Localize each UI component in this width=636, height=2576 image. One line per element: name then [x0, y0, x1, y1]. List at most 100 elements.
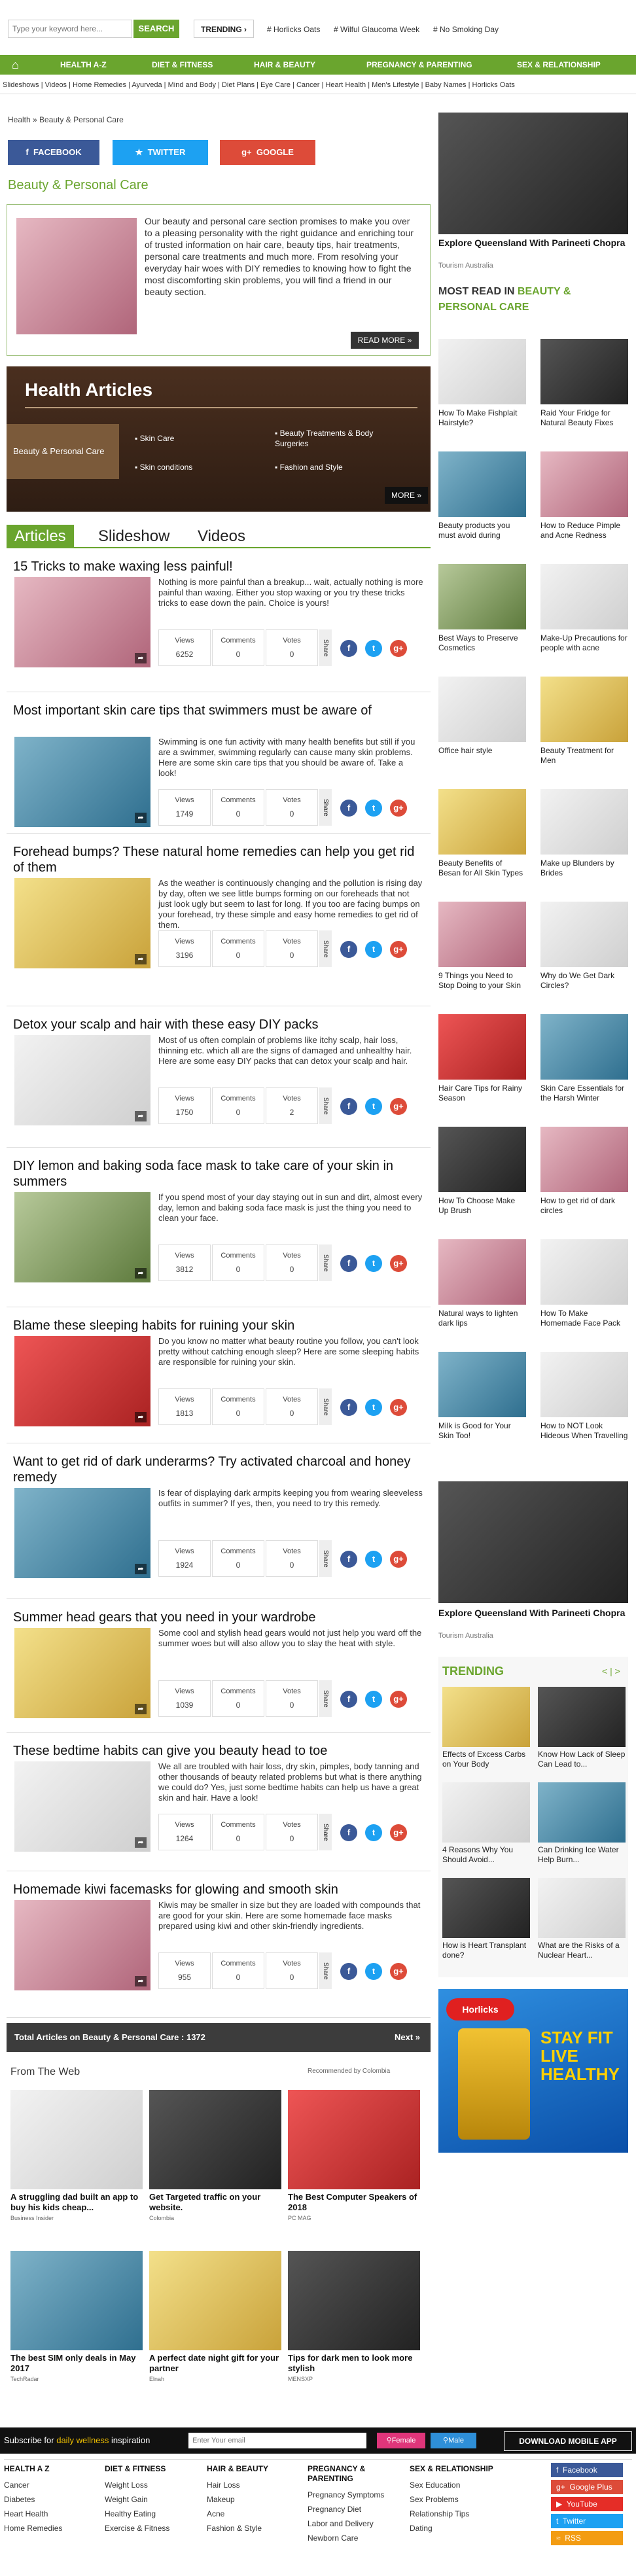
most-read-title[interactable]: Beauty Treatment for Men — [540, 746, 628, 766]
google-plus-icon[interactable]: g+ — [390, 1963, 407, 1980]
votes-stat[interactable]: Votes 0 — [266, 1244, 318, 1281]
most-read-item[interactable]: Natural ways to lighten dark lips — [438, 1239, 526, 1328]
comments-stat[interactable]: Comments 0 — [212, 1540, 264, 1577]
trending-title[interactable]: 4 Reasons Why You Should Avoid... — [442, 1845, 530, 1865]
most-read-image[interactable] — [540, 1014, 628, 1080]
google-plus-icon[interactable]: g+ — [390, 941, 407, 958]
footer-link[interactable]: Pregnancy Symptoms — [308, 2488, 406, 2502]
most-read-image[interactable] — [540, 1127, 628, 1192]
votes-stat[interactable]: Votes 0 — [266, 1952, 318, 1989]
promo-image[interactable] — [438, 1481, 628, 1603]
facebook-icon[interactable]: f — [340, 640, 357, 657]
most-read-item[interactable]: How to Reduce Pimple and Acne Redness — [540, 451, 628, 540]
article-image[interactable] — [14, 1900, 150, 1990]
male-button[interactable]: ⚲Male — [431, 2433, 476, 2448]
most-read-title[interactable]: Beauty products you must avoid during pr… — [438, 521, 526, 540]
article-card[interactable]: 15 Tricks to make waxing less painful! ➦… — [7, 554, 431, 692]
breadcrumb-link[interactable]: Health — [8, 115, 31, 124]
most-read-item[interactable]: Make-Up Precautions for people with acne — [540, 564, 628, 653]
sponsored-image[interactable] — [149, 2090, 281, 2189]
footer-link[interactable]: Relationship Tips — [410, 2507, 508, 2521]
female-label[interactable]: Female — [392, 2437, 416, 2444]
health-article-link[interactable]: ▪ Fashion and Style — [275, 462, 343, 472]
sponsored-card[interactable]: A perfect date night gift for your partn… — [149, 2251, 281, 2382]
most-read-item[interactable]: Best Ways to Preserve Cosmetics — [438, 564, 526, 653]
trending-image[interactable] — [442, 1878, 530, 1938]
footer-link[interactable]: Heart Health — [4, 2507, 102, 2521]
footer-link[interactable]: Sex Problems — [410, 2492, 508, 2507]
most-read-item[interactable]: Milk is Good for Your Skin Too! — [438, 1352, 526, 1441]
article-card[interactable]: Detox your scalp and hair with these eas… — [7, 1012, 431, 1148]
footer-social-link[interactable]: t Twitter — [551, 2514, 623, 2528]
comments-stat[interactable]: Comments 0 — [212, 1244, 264, 1281]
most-read-item[interactable]: How To Make Fishplait Hairstyle? — [438, 339, 526, 428]
most-read-title[interactable]: How To Make Fishplait Hairstyle? — [438, 408, 526, 428]
trending-item[interactable]: What are the Risks of a Nuclear Heart... — [538, 1878, 626, 1960]
trending-image[interactable] — [442, 1687, 530, 1747]
footer-link[interactable]: Hair Loss — [207, 2478, 305, 2492]
comments-stat[interactable]: Comments 0 — [212, 1087, 264, 1124]
sponsored-image[interactable] — [288, 2090, 420, 2189]
trending-image[interactable] — [538, 1687, 626, 1747]
trending-title[interactable]: What are the Risks of a Nuclear Heart... — [538, 1941, 626, 1960]
most-read-title[interactable]: Milk is Good for Your Skin Too! — [438, 1421, 526, 1441]
most-read-image[interactable] — [438, 564, 526, 629]
most-read-title[interactable]: How To Make Homemade Face Pack — [540, 1309, 628, 1328]
most-read-item[interactable]: Hair Care Tips for Rainy Season — [438, 1014, 526, 1103]
article-card[interactable]: Homemade kiwi facemasks for glowing and … — [7, 1877, 431, 2018]
twitter-icon[interactable]: t — [365, 1824, 382, 1841]
subnav-link[interactable]: Ayurveda — [132, 81, 162, 89]
article-image[interactable] — [14, 1192, 150, 1282]
nav-item[interactable]: HAIR & BEAUTY — [254, 55, 315, 75]
facebook-button[interactable]: f FACEBOOK — [8, 140, 99, 165]
most-read-image[interactable] — [540, 339, 628, 404]
male-label[interactable]: Male — [448, 2437, 464, 2444]
subnav-link[interactable]: Mind and Body — [168, 81, 216, 89]
most-read-title[interactable]: Natural ways to lighten dark lips — [438, 1309, 526, 1328]
sponsored-card[interactable]: The best SIM only deals in May 2017 Tech… — [10, 2251, 143, 2382]
female-button[interactable]: ⚲Female — [377, 2433, 425, 2448]
most-read-image[interactable] — [540, 1352, 628, 1417]
most-read-title[interactable]: Office hair style — [438, 746, 526, 766]
footer-link[interactable]: Labor and Delivery — [308, 2516, 406, 2531]
votes-stat[interactable]: Votes 0 — [266, 1680, 318, 1717]
sponsored-card[interactable]: Tips for dark men to look more stylish M… — [288, 2251, 420, 2382]
article-image[interactable] — [14, 737, 150, 827]
twitter-icon[interactable]: t — [365, 1098, 382, 1115]
facebook-icon[interactable]: f — [340, 1691, 357, 1708]
trending-pager[interactable]: < | > — [602, 1666, 620, 1676]
trending-item[interactable]: Effects of Excess Carbs on Your Body — [442, 1687, 530, 1769]
article-title[interactable]: Detox your scalp and hair with these eas… — [13, 1017, 425, 1032]
comments-stat[interactable]: Comments 0 — [212, 1388, 264, 1425]
subnav-link[interactable]: Heart Health — [325, 81, 366, 89]
google-plus-icon[interactable]: g+ — [390, 1551, 407, 1568]
read-more-button[interactable]: READ MORE » — [351, 332, 419, 349]
tab-articles[interactable]: Articles — [7, 525, 74, 548]
most-read-title[interactable]: Make-Up Precautions for people with acne — [540, 633, 628, 653]
twitter-icon[interactable]: t — [365, 1255, 382, 1272]
footer-link[interactable]: Newborn Care — [308, 2531, 406, 2545]
comments-stat[interactable]: Comments 0 — [212, 1814, 264, 1850]
article-title[interactable]: Want to get rid of dark underarms? Try a… — [13, 1454, 425, 1485]
article-image[interactable] — [14, 1336, 150, 1426]
tab-videos[interactable]: Videos — [190, 525, 253, 548]
article-card[interactable]: Forehead bumps? These natural home remed… — [7, 839, 431, 1006]
footer-link[interactable]: Weight Gain — [105, 2492, 203, 2507]
nav-item[interactable]: DIET & FITNESS — [152, 55, 213, 75]
google-plus-icon[interactable]: g+ — [390, 1399, 407, 1416]
twitter-icon[interactable]: t — [365, 640, 382, 657]
footer-social-link[interactable]: g+ Google Plus — [551, 2480, 623, 2494]
trending-item[interactable]: 4 Reasons Why You Should Avoid... — [442, 1782, 530, 1865]
most-read-item[interactable]: Office hair style — [438, 677, 526, 766]
comments-stat[interactable]: Comments 0 — [212, 1952, 264, 1989]
article-title[interactable]: Blame these sleeping habits for ruining … — [13, 1318, 425, 1333]
footer-social-link[interactable]: ≈ RSS — [551, 2531, 623, 2545]
most-read-title[interactable]: How to get rid of dark circles — [540, 1196, 628, 1216]
twitter-label[interactable]: TWITTER — [148, 147, 186, 157]
most-read-title[interactable]: Make up Blunders by Brides — [540, 858, 628, 878]
trending-title[interactable]: How is Heart Transplant done? — [442, 1941, 530, 1960]
article-title[interactable]: These bedtime habits can give you beauty… — [13, 1743, 425, 1759]
health-article-link[interactable]: ▪ Skin conditions — [135, 462, 192, 472]
subnav-link[interactable]: Videos — [45, 81, 67, 89]
subnav-link[interactable]: Baby Names — [425, 81, 467, 89]
